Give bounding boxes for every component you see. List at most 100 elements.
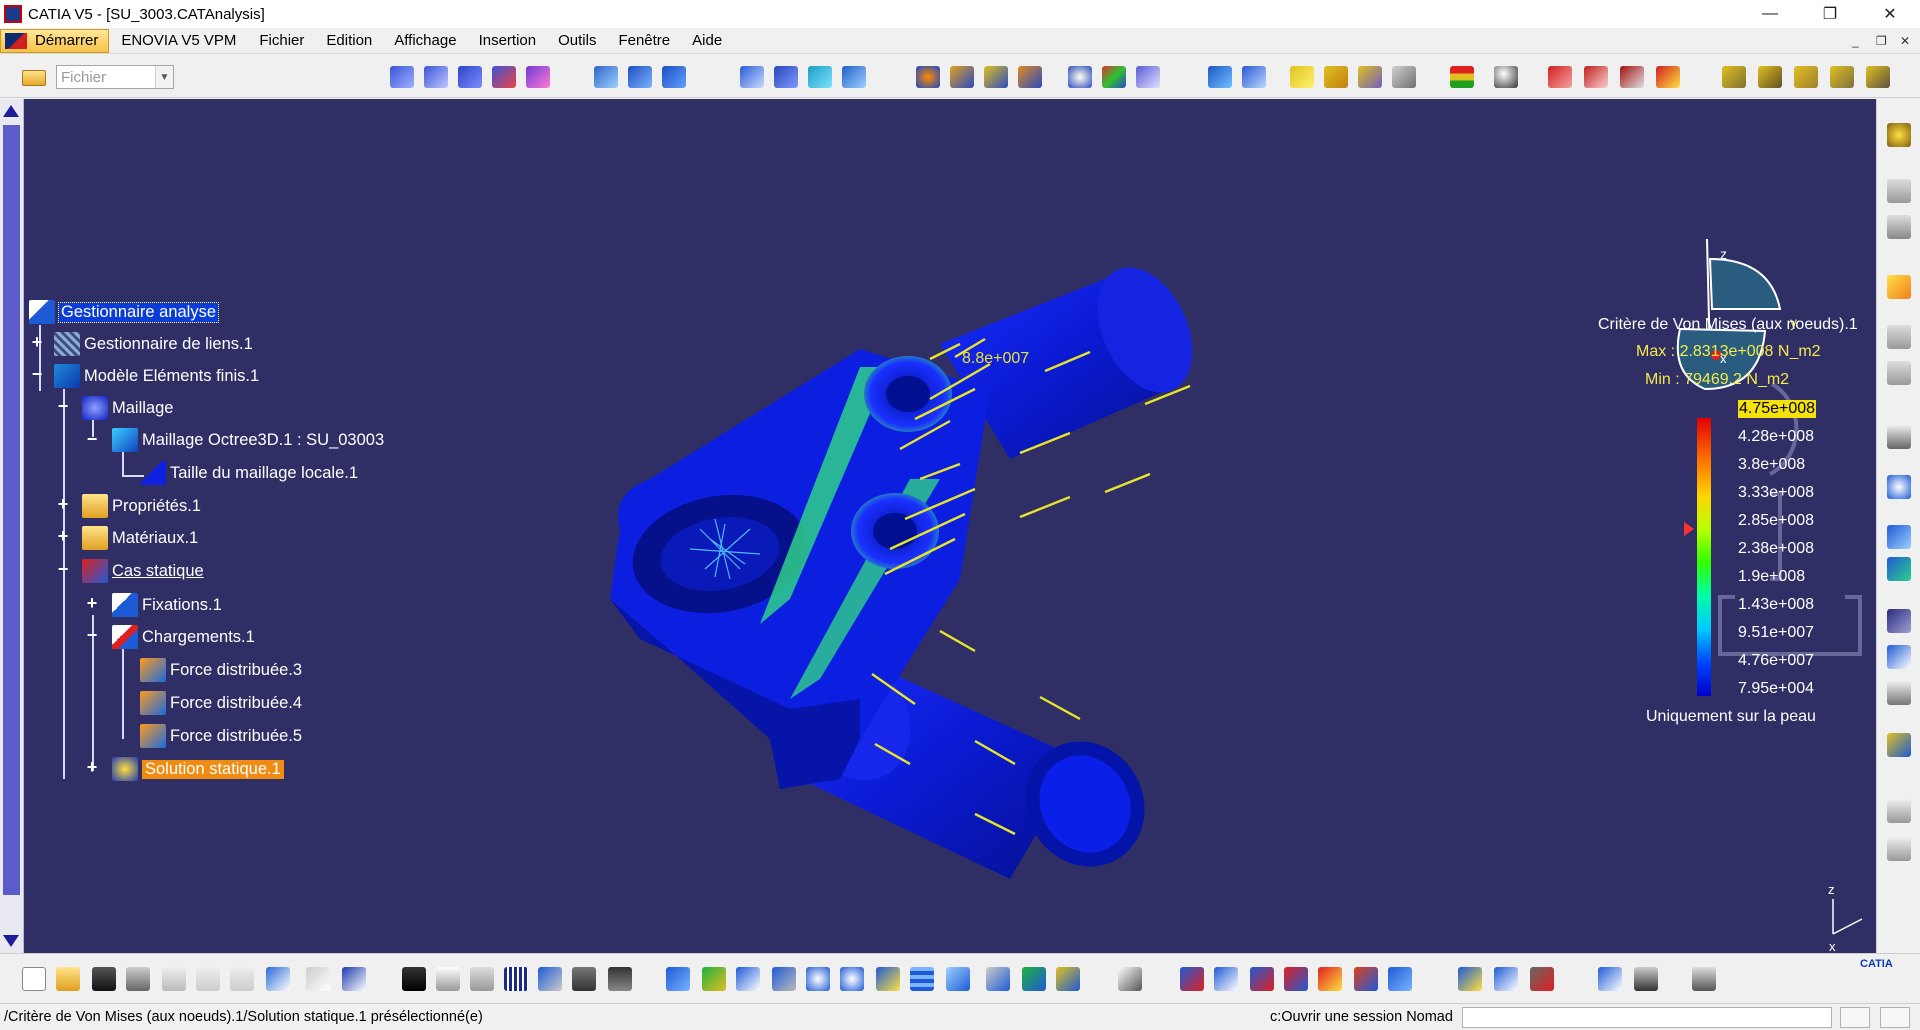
clamp-restraint-icon[interactable] bbox=[594, 66, 618, 88]
tree-node-mesh[interactable]: Maillage bbox=[82, 395, 173, 421]
distributed-force-tool-icon[interactable] bbox=[842, 66, 866, 88]
shading-mode-icon[interactable] bbox=[986, 967, 1010, 991]
workbench-combo[interactable]: Fichier ▼ bbox=[56, 65, 174, 89]
bearing-load-icon[interactable] bbox=[1018, 66, 1042, 88]
images-layout-icon[interactable] bbox=[1794, 66, 1818, 88]
new-file-icon[interactable] bbox=[22, 967, 46, 991]
magnifier-icon[interactable] bbox=[1887, 475, 1911, 499]
minimize-button[interactable]: — bbox=[1742, 0, 1798, 28]
extra-tool-2-icon[interactable] bbox=[1887, 837, 1911, 861]
fit-all-icon[interactable] bbox=[702, 967, 726, 991]
analysis-tools-icon[interactable] bbox=[1458, 967, 1482, 991]
tree-node-analysis-manager[interactable]: Gestionnaire analyse bbox=[29, 299, 220, 325]
whats-this-icon[interactable] bbox=[342, 967, 366, 991]
mdi-close-button[interactable]: ✕ bbox=[1900, 34, 1910, 48]
beam-mesher-icon[interactable] bbox=[1887, 609, 1911, 633]
tree-node-loads[interactable]: Chargements.1 bbox=[112, 624, 255, 650]
rigid-connection-icon[interactable] bbox=[774, 66, 798, 88]
tree-expand-plus[interactable]: + bbox=[55, 495, 71, 513]
tree-expand-plus[interactable]: + bbox=[55, 527, 71, 545]
pan-icon[interactable] bbox=[736, 967, 760, 991]
start-menu[interactable]: Démarrer bbox=[0, 28, 110, 53]
tree-node-links-manager[interactable]: Gestionnaire de liens.1 bbox=[54, 331, 253, 357]
simplified-image-icon[interactable] bbox=[1722, 66, 1746, 88]
shrink-icon[interactable] bbox=[1354, 967, 1378, 991]
command-help-button[interactable] bbox=[1880, 1007, 1910, 1028]
cut-icon[interactable] bbox=[162, 967, 186, 991]
formula-icon[interactable] bbox=[402, 967, 426, 991]
new-adaptivity-entity-icon[interactable] bbox=[1656, 66, 1680, 88]
adaptivity-icon[interactable] bbox=[1620, 66, 1644, 88]
close-button[interactable]: ✕ bbox=[1862, 0, 1918, 28]
fly-icon[interactable] bbox=[666, 967, 690, 991]
scroll-thumb[interactable] bbox=[3, 125, 20, 895]
tree-node-local-mesh-size[interactable]: Taille du maillage locale.1 bbox=[140, 460, 358, 486]
shading-sphere-icon[interactable] bbox=[1494, 66, 1518, 88]
advanced-restraint-icon[interactable] bbox=[662, 66, 686, 88]
menu-insertion[interactable]: Insertion bbox=[468, 29, 548, 53]
analysis-assembly-icon[interactable] bbox=[1887, 123, 1911, 147]
image-deformation-icon[interactable] bbox=[424, 66, 448, 88]
tree-node-distributed-force-3[interactable]: Force distribuée.3 bbox=[140, 657, 302, 683]
free-edges-icon[interactable] bbox=[1318, 967, 1342, 991]
export-icon[interactable] bbox=[1634, 967, 1658, 991]
section-icon[interactable] bbox=[1887, 681, 1911, 705]
mesh-visualization-icon[interactable] bbox=[1214, 967, 1238, 991]
check-icon[interactable] bbox=[1208, 66, 1232, 88]
redo-icon[interactable] bbox=[306, 967, 330, 991]
pointer-icon[interactable] bbox=[1887, 275, 1911, 299]
cut-plane-icon[interactable] bbox=[1324, 66, 1348, 88]
print-icon[interactable] bbox=[126, 967, 150, 991]
mdi-minimize-button[interactable]: _ bbox=[1852, 34, 1859, 48]
smooth-virtual-part-icon[interactable] bbox=[1887, 361, 1911, 385]
menu-outils[interactable]: Outils bbox=[547, 29, 607, 53]
analysis-scene[interactable]: 8.8e+007 z y x z x bbox=[0, 99, 1876, 953]
user-material-icon[interactable] bbox=[1102, 66, 1126, 88]
tree-scrollbar[interactable] bbox=[0, 99, 24, 953]
lock-icon[interactable] bbox=[572, 967, 596, 991]
open-button[interactable] bbox=[20, 64, 48, 88]
select-tool-icon[interactable] bbox=[1887, 179, 1911, 203]
tree-node-octree-mesh[interactable]: Maillage Octree3D.1 : SU_03003 bbox=[112, 427, 384, 453]
animate-icon[interactable] bbox=[1290, 66, 1314, 88]
extrema-icon[interactable] bbox=[1392, 66, 1416, 88]
tree-node-fem-model[interactable]: Modèle Eléments finis.1 bbox=[54, 363, 259, 389]
image-von-mises-icon[interactable] bbox=[390, 66, 414, 88]
multi-view-icon[interactable] bbox=[910, 967, 934, 991]
tree-expand-plus[interactable]: + bbox=[84, 594, 100, 612]
tree-collapse-minus[interactable]: − bbox=[55, 560, 71, 578]
menu-affichage[interactable]: Affichage bbox=[383, 29, 467, 53]
tree-expand-icon[interactable] bbox=[1118, 967, 1142, 991]
compare-icon[interactable] bbox=[1598, 967, 1622, 991]
hide-show-icon[interactable] bbox=[1022, 967, 1046, 991]
image-group-icon[interactable] bbox=[1866, 66, 1890, 88]
menu-fenetre[interactable]: Fenêtre bbox=[607, 29, 681, 53]
extra-tool-1-icon[interactable] bbox=[1887, 799, 1911, 823]
amplification-icon[interactable] bbox=[1358, 66, 1382, 88]
deform-images-icon[interactable] bbox=[1830, 66, 1854, 88]
historic-report-icon[interactable] bbox=[1584, 66, 1608, 88]
tree-expand-plus[interactable]: + bbox=[84, 758, 100, 776]
calculator-icon[interactable] bbox=[1887, 425, 1911, 449]
compute-icon[interactable] bbox=[950, 66, 974, 88]
mdi-restore-button[interactable]: ❐ bbox=[1876, 34, 1887, 48]
menu-enovia[interactable]: ENOVIA V5 VPM bbox=[109, 29, 248, 53]
3d-viewport[interactable]: 8.8e+007 z y x z x Gestionnaire analyse … bbox=[0, 99, 1876, 953]
deformation-icon[interactable] bbox=[1530, 967, 1554, 991]
save-icon[interactable] bbox=[92, 967, 116, 991]
surface-mesh-icon[interactable] bbox=[1887, 557, 1911, 581]
scroll-up-icon[interactable] bbox=[3, 105, 19, 117]
pressure-icon[interactable] bbox=[808, 66, 832, 88]
power-input-button[interactable] bbox=[1840, 1007, 1870, 1028]
rotate-icon[interactable] bbox=[772, 967, 796, 991]
surface-slider-icon[interactable] bbox=[628, 66, 652, 88]
chevron-down-icon[interactable]: ▼ bbox=[155, 66, 173, 88]
zoom-in-icon[interactable] bbox=[806, 967, 830, 991]
tree-node-distributed-force-5[interactable]: Force distribuée.5 bbox=[140, 723, 302, 749]
element-quality-icon[interactable] bbox=[1388, 967, 1412, 991]
instantiate-icon[interactable] bbox=[538, 967, 562, 991]
light-icon[interactable] bbox=[470, 967, 494, 991]
tree-node-static-case[interactable]: Cas statique bbox=[82, 558, 204, 584]
tree-collapse-minus[interactable]: − bbox=[84, 430, 100, 448]
sensor-icon[interactable] bbox=[1242, 66, 1266, 88]
